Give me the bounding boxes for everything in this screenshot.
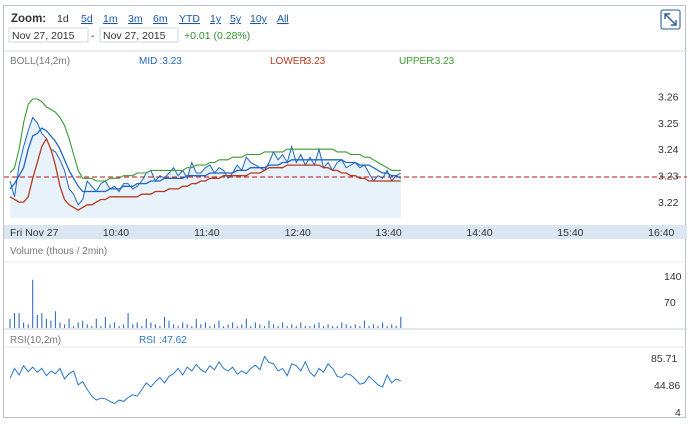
- zoom-option-6m[interactable]: 6m: [153, 13, 168, 25]
- legend-upper-value: :3.23: [432, 56, 455, 67]
- expand-button[interactable]: [660, 9, 681, 30]
- price-y-axis: 3.26 3.25 3.24 3.23 3.22: [658, 91, 679, 209]
- time-tick-11-40: 11:40: [194, 227, 220, 239]
- date-separator: -: [91, 30, 95, 42]
- rsi-tick-44-86: 44.86: [654, 380, 680, 392]
- zoom-option-ytd[interactable]: YTD: [179, 13, 200, 25]
- volume-title: Volume (thous / 2min): [10, 246, 107, 257]
- legend-mid-key: MID: [139, 56, 157, 67]
- zoom-option-1m[interactable]: 1m: [103, 13, 118, 25]
- legend-rsi-key: RSI: [139, 335, 156, 346]
- date-to-text: Nov 27, 2015: [103, 30, 166, 42]
- series-line-rsi: [9, 355, 401, 404]
- time-tick-10-40: 10:40: [103, 227, 129, 239]
- rsi-tick-4: 4: [675, 407, 681, 419]
- legend-rsi-value: :47.62: [159, 335, 187, 346]
- rsi-y-axis: 85.71 44.86 4: [651, 353, 681, 419]
- time-axis: Fri Nov 27 10:40 11:40 12:40 13:40 14:40 15:4…: [4, 225, 687, 239]
- price-tick-3-26: 3.26: [658, 91, 679, 103]
- zoom-option-5y[interactable]: 5y: [230, 13, 242, 25]
- chart-canvas: Zoom: 1d 5d 1m 3m 6m YTD 1y 5y 10y All Nov 27, 20…: [4, 9, 687, 419]
- rsi-lines: [9, 355, 401, 404]
- price-tick-3-25: 3.25: [658, 118, 679, 130]
- time-tick-16-40: 16:40: [648, 227, 674, 239]
- rsi-title: RSI(10,2m): [10, 335, 61, 346]
- time-tick-15-40: 15:40: [557, 227, 583, 239]
- stock-chart-widget: Zoom: 1d 5d 1m 3m 6m YTD 1y 5y 10y All Nov 27, 20…: [3, 5, 687, 419]
- time-tick-13-40: 13:40: [376, 227, 402, 239]
- volume-tick-140: 140: [664, 271, 682, 283]
- rsi-tick-85-71: 85.71: [651, 353, 677, 365]
- boll-legend: MID:3.23 LOWER:3.23 UPPER:3.23: [139, 56, 455, 67]
- zoom-option-1y[interactable]: 1y: [210, 13, 222, 25]
- date-from-text: Nov 27, 2015: [12, 30, 75, 42]
- zoom-option-all[interactable]: All: [277, 13, 289, 25]
- zoom-toolbar: Zoom: 1d 5d 1m 3m 6m YTD 1y 5y 10y All Nov 27, 20…: [8, 9, 681, 43]
- legend-mid-value: :3.23: [160, 56, 183, 67]
- price-change: +0.01 (0.28%): [184, 30, 250, 42]
- volume-panel: Volume (thous / 2min) 140 70: [4, 246, 687, 328]
- zoom-option-5d[interactable]: 5d: [81, 13, 93, 25]
- zoom-option-1d[interactable]: 1d: [57, 13, 69, 25]
- zoom-option-3m[interactable]: 3m: [128, 13, 143, 25]
- price-panel: BOLL(14,2m) MID:3.23 LOWER:3.23 UPPER:3.23…: [4, 56, 687, 218]
- legend-lower-value: :3.23: [303, 56, 326, 67]
- price-tick-3-23: 3.23: [658, 171, 679, 183]
- rsi-panel: RSI(10,2m) RSI:47.62 85.71 44.86 4: [4, 335, 687, 419]
- rsi-legend: RSI:47.62: [139, 335, 187, 346]
- time-tick-14-40: 14:40: [466, 227, 492, 239]
- legend-upper-key: UPPER: [399, 56, 433, 67]
- volume-tick-70: 70: [664, 297, 676, 309]
- price-tick-3-24: 3.24: [658, 144, 679, 156]
- time-tick-12-40: 12:40: [285, 227, 311, 239]
- volume-y-axis: 140 70: [664, 271, 682, 309]
- zoom-option-10y[interactable]: 10y: [250, 13, 268, 25]
- legend-lower-key: LOWER: [270, 56, 307, 67]
- volume-bars: [9, 279, 402, 328]
- price-tick-3-22: 3.22: [658, 197, 679, 209]
- boll-indicator-label: BOLL(14,2m): [10, 56, 70, 67]
- date-axis-label: Fri Nov 27: [10, 227, 59, 239]
- zoom-label: Zoom:: [11, 13, 46, 25]
- zoom-options: 1d 5d 1m 3m 6m YTD 1y 5y 10y All: [57, 13, 289, 25]
